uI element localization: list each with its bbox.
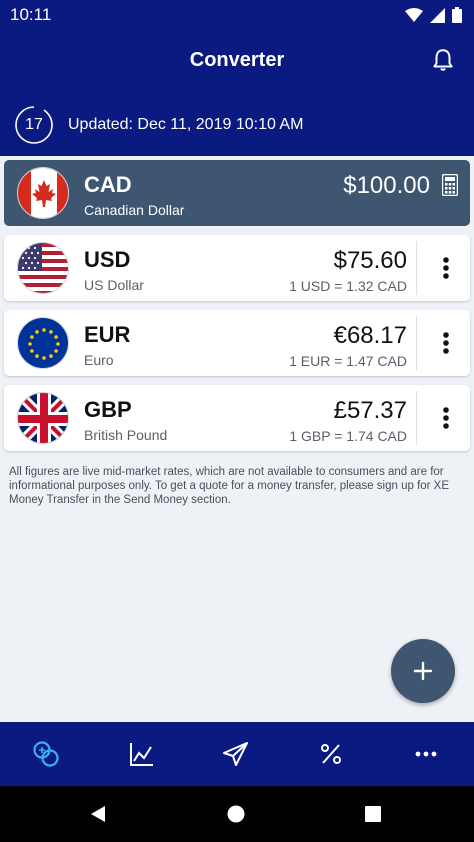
divider — [416, 241, 417, 295]
back-icon[interactable] — [88, 804, 108, 824]
plus-icon — [413, 661, 433, 681]
more-options-icon[interactable] — [434, 402, 458, 434]
currency-amount: $75.60 — [333, 247, 407, 274]
currency-name: Euro — [84, 352, 114, 368]
updated-timestamp: Updated: Dec 11, 2019 10:10 AM — [68, 116, 304, 133]
chart-icon[interactable] — [126, 738, 158, 770]
currency-code: GBP — [84, 397, 132, 422]
currency-code: EUR — [84, 322, 131, 347]
wifi-icon — [405, 8, 423, 22]
page-title: Converter — [189, 49, 285, 71]
currency-name: US Dollar — [84, 277, 144, 293]
disclaimer-text: All figures are live mid-market rates, w… — [9, 466, 450, 506]
divider — [416, 391, 417, 445]
divider — [416, 316, 417, 370]
uk-flag-icon — [17, 392, 69, 444]
currency-amount: €68.17 — [333, 322, 407, 349]
currency-code: USD — [84, 247, 131, 272]
eu-flag-icon — [17, 317, 69, 369]
exchange-rate: 1 EUR = 1.47 CAD — [289, 353, 407, 369]
canada-flag-icon — [17, 167, 69, 219]
send-money-icon[interactable] — [220, 738, 252, 770]
usa-flag-icon — [17, 242, 69, 294]
bottom-navigation — [0, 722, 474, 786]
bell-icon[interactable] — [430, 47, 456, 73]
refresh-timer-value: 17 — [25, 116, 43, 133]
app-bar: Converter 17 Updated: Dec 11, 2019 10:10… — [0, 30, 474, 156]
base-currency-card[interactable]: CAD Canadian Dollar $100.00 — [4, 160, 470, 226]
more-icon[interactable] — [410, 738, 442, 770]
signal-icon — [430, 7, 445, 23]
currency-name: British Pound — [84, 427, 168, 443]
system-navigation-bar — [0, 786, 474, 842]
currency-card-eur[interactable]: EUR Euro €68.17 1 EUR = 1.47 CAD — [4, 310, 470, 376]
rates-percent-icon[interactable] — [315, 738, 347, 770]
more-options-icon[interactable] — [434, 327, 458, 359]
status-bar: 10:11 — [0, 0, 474, 30]
currency-card-gbp[interactable]: GBP British Pound £57.37 1 GBP = 1.74 CA… — [4, 385, 470, 451]
status-icons — [405, 7, 462, 23]
recent-apps-icon[interactable] — [365, 806, 381, 822]
home-icon[interactable] — [227, 805, 245, 823]
more-options-icon[interactable] — [434, 252, 458, 284]
converter-icon[interactable] — [30, 738, 62, 770]
currency-card-usd[interactable]: USD US Dollar $75.60 1 USD = 1.32 CAD — [4, 235, 470, 301]
currency-name: Canadian Dollar — [84, 202, 185, 218]
status-time: 10:11 — [10, 5, 52, 24]
calculator-icon[interactable] — [442, 174, 458, 196]
exchange-rate: 1 USD = 1.32 CAD — [289, 278, 407, 294]
add-currency-button[interactable] — [391, 639, 455, 703]
currency-amount[interactable]: $100.00 — [343, 172, 430, 200]
exchange-rate: 1 GBP = 1.74 CAD — [289, 428, 407, 444]
battery-icon — [452, 7, 462, 23]
currency-code: CAD — [84, 172, 132, 197]
currency-amount: £57.37 — [333, 397, 407, 424]
